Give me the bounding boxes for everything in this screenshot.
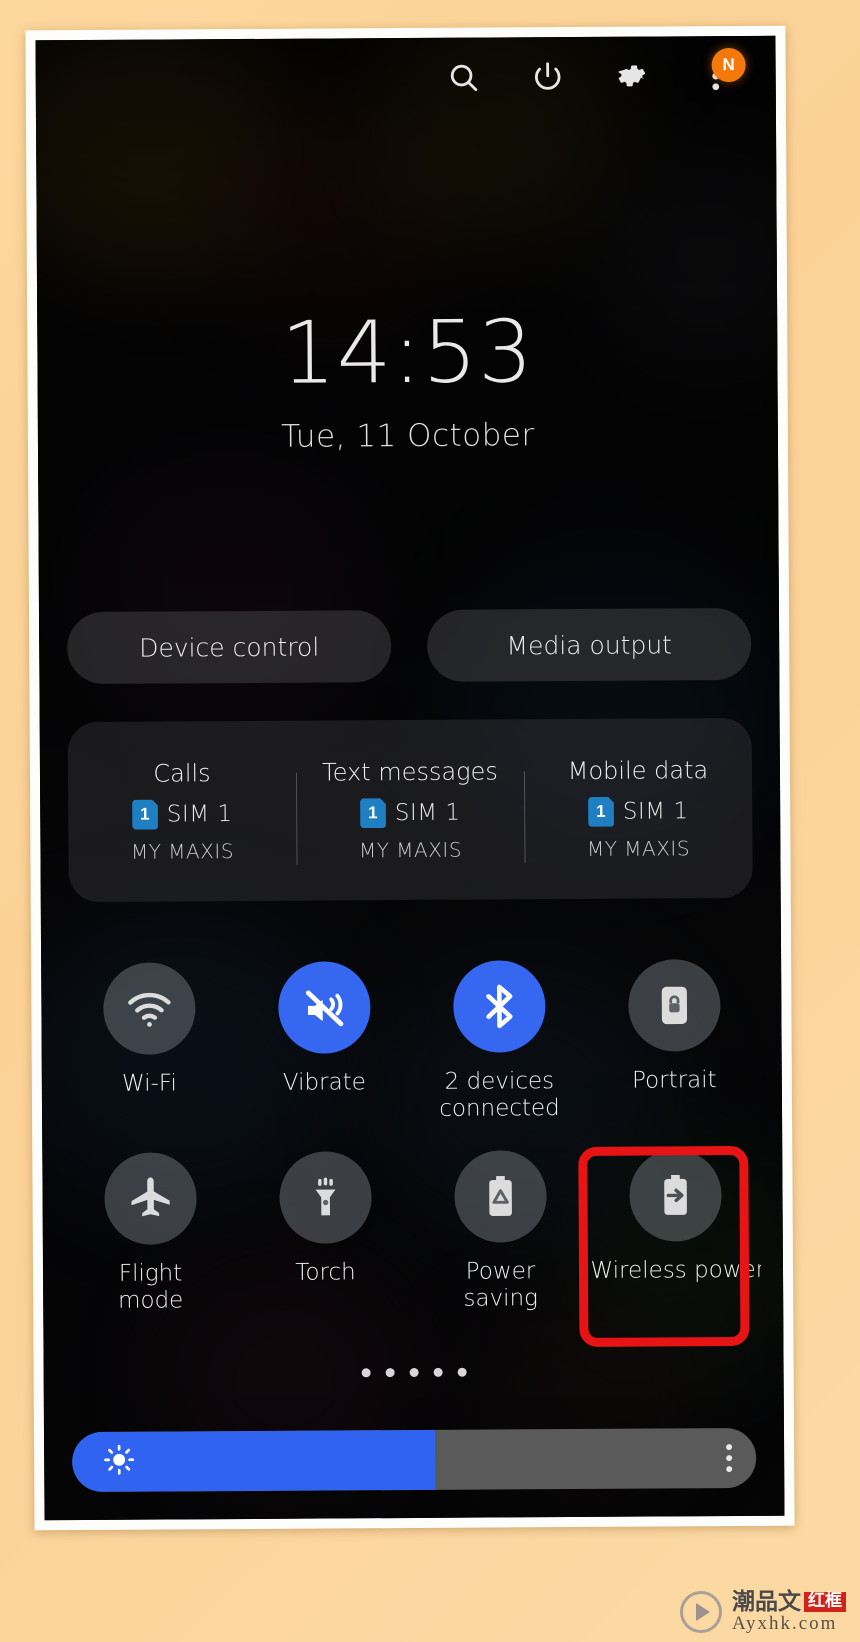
page-root: N 14:53 Tue, 11 October Device control M…	[0, 0, 860, 1642]
watermark-url: Ayxhk.com	[732, 1613, 838, 1635]
brightness-slider[interactable]	[71, 1427, 757, 1493]
watermark-brand: 潮品文	[732, 1588, 801, 1615]
more-options-icon[interactable]: N	[698, 47, 746, 94]
vibrate-icon	[277, 961, 371, 1054]
quick-tile-label: Wireless power sharing	[590, 1257, 761, 1285]
sim-carrier-name: MY MAXIS	[130, 839, 235, 864]
sim-column-calls[interactable]: Calls 1 SIM 1 MY MAXIS	[68, 759, 297, 864]
sim-card-icon: 1	[132, 800, 158, 830]
power-saving-icon	[453, 1150, 547, 1243]
sim-slot-label: SIM 1	[622, 798, 689, 825]
shortcut-row: Device control Media output	[66, 607, 752, 685]
sim-card-icon: 1	[360, 798, 386, 828]
quick-tile-bluetooth[interactable]: 2 devices connected	[411, 942, 587, 1123]
quick-tile-label: Vibrate	[282, 1069, 366, 1096]
quick-tile-flight-mode[interactable]: Flight mode	[62, 1134, 238, 1315]
quick-tile-power-saving[interactable]: Power saving	[412, 1132, 588, 1313]
power-icon[interactable]	[530, 59, 566, 95]
quick-tile-portrait[interactable]: Portrait	[586, 941, 762, 1122]
page-dot[interactable]	[361, 1368, 371, 1378]
notification-badge[interactable]: N	[711, 47, 746, 83]
quick-tile-label: Wi-Fi	[121, 1070, 177, 1097]
play-button-icon	[680, 1590, 722, 1633]
quick-tile-label: Torch	[295, 1259, 356, 1286]
settings-gear-icon[interactable]	[614, 59, 650, 95]
quick-tile-torch[interactable]: Torch	[237, 1133, 413, 1314]
lockscreen-clock: 14:53 Tue, 11 October	[37, 302, 778, 457]
sim-column-title: Mobile data	[567, 756, 709, 786]
sim-carrier-name: MY MAXIS	[358, 837, 463, 863]
media-output-button[interactable]: Media output	[426, 607, 752, 682]
torch-icon	[278, 1151, 372, 1245]
sim-column-text-messages[interactable]: Text messages 1 SIM 1 MY MAXIS	[296, 757, 525, 862]
wifi-icon	[102, 962, 196, 1055]
sim-carrier-name: MY MAXIS	[586, 836, 691, 861]
quick-tile-wireless-power-sharing[interactable]: Wireless power sharing	[587, 1131, 763, 1312]
phone-screen: N 14:53 Tue, 11 October Device control M…	[35, 35, 785, 1521]
quick-tile-label: Power saving	[463, 1258, 538, 1313]
brightness-sun-icon	[102, 1443, 136, 1481]
device-control-button[interactable]: Device control	[66, 610, 392, 685]
watermark-tag: 红框	[804, 1592, 846, 1612]
quick-tile-label: Flight mode	[117, 1260, 184, 1315]
quick-panel: N 14:53 Tue, 11 October Device control M…	[35, 36, 784, 1520]
quick-tile-vibrate[interactable]: Vibrate	[236, 943, 412, 1124]
quick-tile-wifi[interactable]: Wi-Fi	[61, 944, 237, 1125]
sim-column-mobile-data[interactable]: Mobile data 1 SIM 1 MY MAXIS	[524, 756, 753, 861]
page-dot[interactable]	[457, 1367, 467, 1377]
page-dot[interactable]	[385, 1368, 395, 1378]
sim-card-icon: 1	[588, 797, 614, 827]
clock-time: 14:53	[280, 302, 535, 404]
bluetooth-icon	[452, 960, 546, 1053]
rotation-lock-icon	[627, 959, 721, 1052]
quick-settings-grid: Wi-Fi Vibrate 2 devices connected Portra…	[61, 941, 763, 1316]
page-dot[interactable]	[433, 1367, 443, 1377]
search-icon[interactable]	[446, 60, 482, 96]
page-dot[interactable]	[409, 1367, 419, 1378]
sim-slot-label: SIM 1	[394, 799, 461, 827]
sim-column-title: Text messages	[322, 757, 498, 787]
sim-status-card: Calls 1 SIM 1 MY MAXIS Text messages 1 S…	[67, 717, 753, 903]
airplane-icon	[103, 1152, 197, 1246]
page-indicator[interactable]	[44, 1366, 784, 1380]
watermark: 潮品文 红框 Ayxhk.com	[680, 1590, 846, 1634]
quick-tile-label: 2 devices connected	[439, 1068, 560, 1122]
quick-panel-toolbar: N	[36, 47, 776, 99]
sim-column-title: Calls	[153, 759, 211, 788]
brightness-more-icon[interactable]	[726, 1444, 733, 1473]
wireless-power-share-icon	[628, 1149, 722, 1242]
quick-tile-label: Portrait	[631, 1067, 717, 1094]
sim-slot-label: SIM 1	[166, 801, 233, 828]
clock-date: Tue, 11 October	[281, 417, 535, 455]
